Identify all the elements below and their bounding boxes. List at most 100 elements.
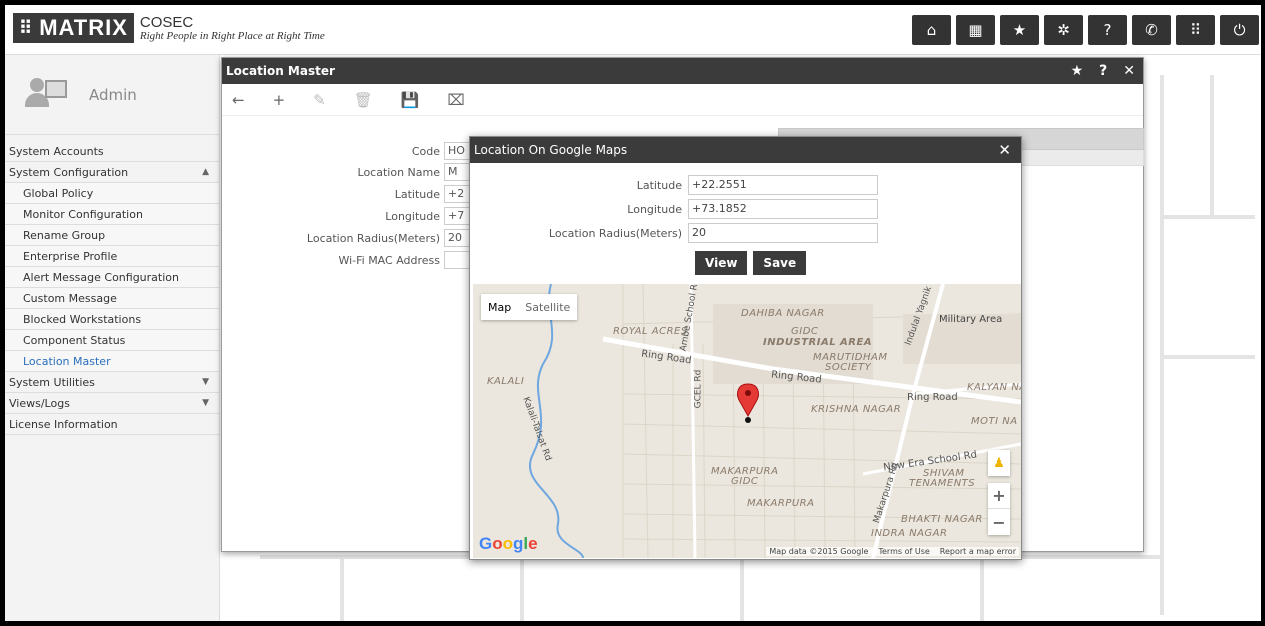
google-logo: Google [479,534,538,553]
chevron-up-icon[interactable]: ▲ [202,162,209,183]
longitude-input[interactable]: +73.1852 [688,199,878,219]
edit-icon[interactable]: ✎ [313,91,326,109]
gear-icon[interactable]: ✲ [1044,15,1083,45]
terms-link[interactable]: Terms of Use [878,547,929,556]
help-icon[interactable]: ? [1088,15,1127,45]
sidebar-item-global-policy[interactable]: Global Policy [5,183,219,204]
location-pin-icon [737,383,759,423]
radius-row: Location Radius(Meters) 20 [470,223,878,243]
sidebar-item-license-information[interactable]: License Information [5,414,219,435]
map-type-control: Map Satellite [481,294,578,320]
app-name: COSEC [139,13,194,31]
user-panel: Admin [5,55,219,135]
home-icon[interactable]: ⌂ [912,15,951,45]
latitude-input[interactable]: +22.2551 [688,175,878,195]
close-dialog-icon[interactable]: ✕ [998,137,1011,163]
sidebar-item-label: Alert Message Configuration [23,271,179,284]
window-title: Location Master [226,64,335,78]
sidebar-item-blocked-workstations[interactable]: Blocked Workstations [5,309,219,330]
window-toolbar: ← + ✎ 🗑 💾 ⌧ [222,84,1143,116]
favorite-icon[interactable]: ★ [1071,58,1084,84]
map-label: KRISHNA NAGAR [811,404,902,415]
field-label: Longitude [385,209,440,223]
sidebar-item-custom-message[interactable]: Custom Message [5,288,219,309]
map-label: TENAMENTS [909,478,976,489]
grid-icon[interactable]: ▦ [956,15,995,45]
field-label: Wi-Fi MAC Address [338,253,440,267]
map-label: GIDC [791,326,819,337]
star-icon[interactable]: ★ [1000,15,1039,45]
help-icon[interactable]: ? [1099,58,1107,84]
sidebar-item-enterprise-profile[interactable]: Enterprise Profile [5,246,219,267]
sidebar-item-label: Global Policy [23,187,94,200]
map-tab[interactable]: Map [481,301,518,314]
sidebar-item-label: Monitor Configuration [23,208,143,221]
sidebar-item-system-configuration[interactable]: System Configuration ▲ [5,162,219,183]
window-titlebar: Location Master ★ ? ✕ [222,58,1143,84]
zoom-out-button[interactable]: − [988,509,1010,535]
radius-input[interactable]: 20 [688,223,878,243]
save-button[interactable]: Save [753,251,807,275]
sidebar-item-label: Custom Message [23,292,117,305]
sidebar: Admin System Accounts System Configuratio… [5,55,220,621]
window-controls: ★ ? ✕ [1071,58,1135,84]
add-icon[interactable]: + [273,91,286,109]
latitude-row: Latitude +22.2551 [470,175,878,195]
logo-dots-icon: ⠿ [19,17,34,38]
sidebar-item-location-master[interactable]: Location Master [5,351,219,372]
sidebar-item-label: System Configuration [9,166,129,179]
user-name: Admin [89,85,137,104]
app-header: ⠿ MATRIX COSEC Right People in Right Pla… [5,5,1261,55]
sidebar-item-system-accounts[interactable]: System Accounts [5,141,219,162]
save-icon[interactable]: 💾 [401,91,420,109]
clear-icon[interactable]: ⌧ [447,91,464,109]
map-label: MAKARPURA [747,498,815,509]
map-data-text: Map data ©2015 Google [769,547,869,556]
latitude-label: Latitude [636,178,682,192]
pegman-icon[interactable]: ♟ [988,450,1010,476]
satellite-tab[interactable]: Satellite [518,301,577,314]
map-label: MOTI NA [971,416,1018,427]
sidebar-item-label: Component Status [23,334,126,347]
chevron-down-icon[interactable]: ▼ [202,372,209,393]
field-label: Latitude [394,187,440,201]
map-label: Military Area [939,314,1003,325]
map-attribution: Map data ©2015 Google Terms of Use Repor… [766,547,1019,556]
chevron-down-icon[interactable]: ▼ [202,393,209,414]
logo-text: MATRIX [39,15,128,40]
sidebar-item-alert-message-configuration[interactable]: Alert Message Configuration [5,267,219,288]
delete-icon[interactable]: 🗑 [354,91,373,109]
sidebar-item-rename-group[interactable]: Rename Group [5,225,219,246]
sidebar-item-label: Rename Group [23,229,106,242]
map-label: BHAKTI NAGAR [901,514,983,525]
map-label: GIDC [731,476,759,487]
tagline: Right People in Right Place at Right Tim… [139,29,325,42]
phone-icon[interactable]: ✆ [1132,15,1171,45]
zoom-control: + − [988,483,1010,535]
map-label: INDUSTRIAL AREA [763,337,873,348]
google-maps-dialog: Location On Google Maps ✕ Latitude +22.2… [469,136,1022,560]
sidebar-item-views-logs[interactable]: Views/Logs ▼ [5,393,219,414]
header-toolbar: ⌂ ▦ ★ ✲? ✆ ⠿ ⏻ [912,15,1259,45]
field-label: Location Name [357,165,440,179]
google-map[interactable]: Map Satellite DAHIBA NAGAR ROYAL ACRES G… [473,284,1021,558]
map-label: SOCIETY [825,362,872,373]
sidebar-item-component-status[interactable]: Component Status [5,330,219,351]
close-window-icon[interactable]: ✕ [1123,58,1135,84]
sidebar-menu: System Accounts System Configuration ▲ Glob… [5,141,219,435]
map-label: Ring Road [907,392,958,403]
report-error-link[interactable]: Report a map error [940,547,1016,556]
sidebar-item-label: System Utilities [9,376,95,389]
map-label: GCEL Rd [693,369,704,409]
back-icon[interactable]: ← [232,91,245,109]
map-label: KALYAN NA [967,382,1021,393]
zoom-in-button[interactable]: + [988,483,1010,509]
view-button[interactable]: View [695,251,748,275]
apps-icon[interactable]: ⠿ [1176,15,1215,45]
map-label: INDRA NAGAR [871,528,948,539]
sidebar-item-monitor-configuration[interactable]: Monitor Configuration [5,204,219,225]
sidebar-item-system-utilities[interactable]: System Utilities ▼ [5,372,219,393]
longitude-label: Longitude [627,202,682,216]
power-icon[interactable]: ⏻ [1220,15,1259,45]
map-label: KALALI [487,376,525,387]
